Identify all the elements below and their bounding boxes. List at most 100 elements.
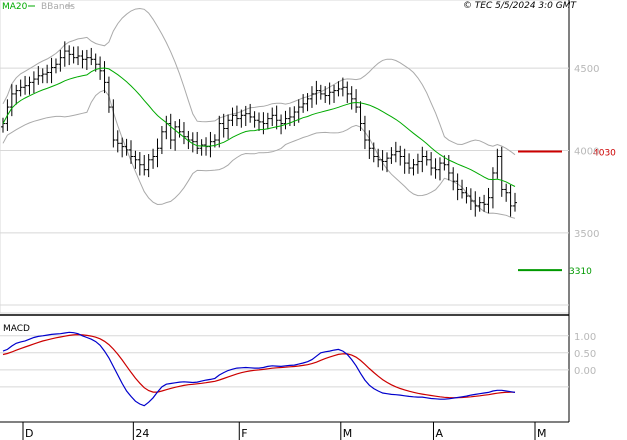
ohlc-bar: [508, 184, 513, 217]
ohlc-bar: [283, 110, 288, 130]
ohlc-bar: [389, 147, 394, 164]
price-y-tick-label: 4000: [574, 147, 599, 158]
ohlc-bar: [385, 152, 389, 173]
x-tick-label: 24: [135, 427, 149, 440]
ohlc-bar: [354, 89, 359, 113]
ohlc-bar: [199, 139, 204, 156]
ohlc-bar: [499, 146, 504, 197]
ohlc-bar: [230, 107, 235, 127]
ohlc-bar: [513, 192, 517, 212]
ohlc-bar: [159, 126, 164, 155]
x-tick-label: D: [25, 427, 33, 440]
ohlc-bar: [349, 86, 354, 110]
ohlc-bar: [208, 131, 213, 158]
ohlc-bar: [151, 148, 156, 169]
ohlc-bar: [115, 130, 120, 153]
legend-bbands: BBands: [41, 2, 75, 12]
ohlc-bar: [380, 150, 385, 171]
ohlc-bar: [36, 66, 41, 85]
x-tick-labels: D 24 F M A M: [22, 422, 547, 440]
ohlc-bar: [137, 152, 142, 176]
ohlc-bar: [451, 167, 456, 191]
chart-root: 4030 3310 4500 4000 3500 1.00 0.50 0.00 D 24 F M A…: [0, 0, 627, 440]
ohlc-bar: [424, 150, 429, 166]
ohlc-bar: [261, 112, 266, 135]
ohlc-bar: [468, 188, 473, 211]
bband-lower-line: [2, 89, 516, 219]
ohlc-bar: [89, 47, 94, 66]
level-label-3310: 3310: [569, 267, 592, 277]
ohlc-bar: [18, 79, 23, 97]
ohlc-bar: [371, 142, 376, 163]
ohlc-bar: [362, 115, 367, 150]
ohlc-bar: [31, 71, 36, 94]
ohlc-bar: [490, 167, 495, 209]
macd-y-tick-label: 0.00: [574, 366, 596, 377]
bband-upper-line: [2, 7, 516, 156]
levels-group: 40303310: [518, 149, 616, 277]
ohlc-bar: [265, 112, 270, 130]
ohlc-bar: [429, 152, 434, 176]
ohlc-bar: [168, 113, 173, 150]
ohlc-bar: [23, 75, 28, 95]
ohlc-bar: [464, 186, 469, 204]
ohlc-bar: [14, 84, 19, 105]
ohlc-bar: [367, 130, 372, 159]
ohlc-bar: [133, 150, 138, 169]
y-tick-labels: 4500 4000 3500 1.00 0.50 0.00: [574, 64, 599, 377]
macd-gridlines: [0, 335, 569, 388]
ohlc-bar: [217, 115, 222, 148]
ohlc-bar: [226, 114, 231, 140]
ohlc-bar: [67, 45, 72, 66]
ohlc-bar: [181, 122, 186, 145]
ohlc-bar: [270, 107, 275, 127]
ohlc-bar: [155, 138, 160, 168]
ohlc-bar: [393, 141, 398, 163]
ohlc-bar: [102, 61, 107, 94]
ohlc-bar: [80, 50, 85, 69]
macd-y-tick-label: 1.00: [574, 332, 596, 343]
price-y-tick-label: 4500: [574, 64, 599, 75]
ohlc-bar: [40, 68, 45, 84]
ohlc-bar: [482, 194, 487, 212]
ohlc-bar: [62, 41, 67, 67]
ohlc-bar: [415, 153, 420, 174]
ohlc-bar: [433, 158, 438, 179]
ohlc-bar: [84, 49, 89, 71]
macd-y-tick-label: 0.50: [574, 349, 596, 360]
legend-ma20: MA20: [2, 2, 28, 12]
ohlc-bar: [504, 183, 509, 202]
copyright: © TEC 5/5/2024 3:0 GMT: [463, 1, 578, 11]
ohlc-bar: [76, 46, 81, 66]
ohlc-bar: [407, 153, 412, 174]
x-tick-label: M: [537, 427, 547, 440]
ohlc-bar: [142, 155, 147, 176]
ohlc-bar: [309, 86, 314, 108]
ohlc-bar: [292, 106, 297, 127]
signal-line: [2, 333, 515, 399]
ohlc-bar: [146, 154, 151, 178]
x-tick-label: A: [435, 427, 443, 440]
ohlc-bar: [27, 76, 32, 95]
ohlc-bar: [473, 191, 478, 217]
price-y-tick-label: 3500: [574, 229, 599, 240]
x-tick-label: M: [343, 427, 353, 440]
ohlc-bar: [398, 145, 403, 166]
chart-svg: 40303310 4500400035001.000.500.00 D 24 F M A…: [0, 0, 616, 440]
ohlc-bar: [301, 94, 306, 113]
ohlc-bar: [248, 103, 253, 123]
ohlc-bar: [345, 81, 350, 103]
macd-title: MACD: [3, 324, 30, 334]
ohlc-bar: [45, 64, 50, 84]
ohlc-bar: [252, 111, 257, 128]
ohlc-bar: [129, 140, 133, 164]
price-plot-frame: [0, 0, 570, 314]
ohlc-bar: [53, 58, 58, 74]
ohlc-bar: [455, 173, 460, 201]
ohlc-bar: [437, 157, 442, 181]
ohlc-bar: [173, 121, 178, 151]
x-tick-label: F: [241, 427, 247, 440]
ohlc-bar: [332, 84, 337, 103]
ohlc-bar: [486, 187, 491, 214]
ohlc-bar: [164, 115, 169, 140]
